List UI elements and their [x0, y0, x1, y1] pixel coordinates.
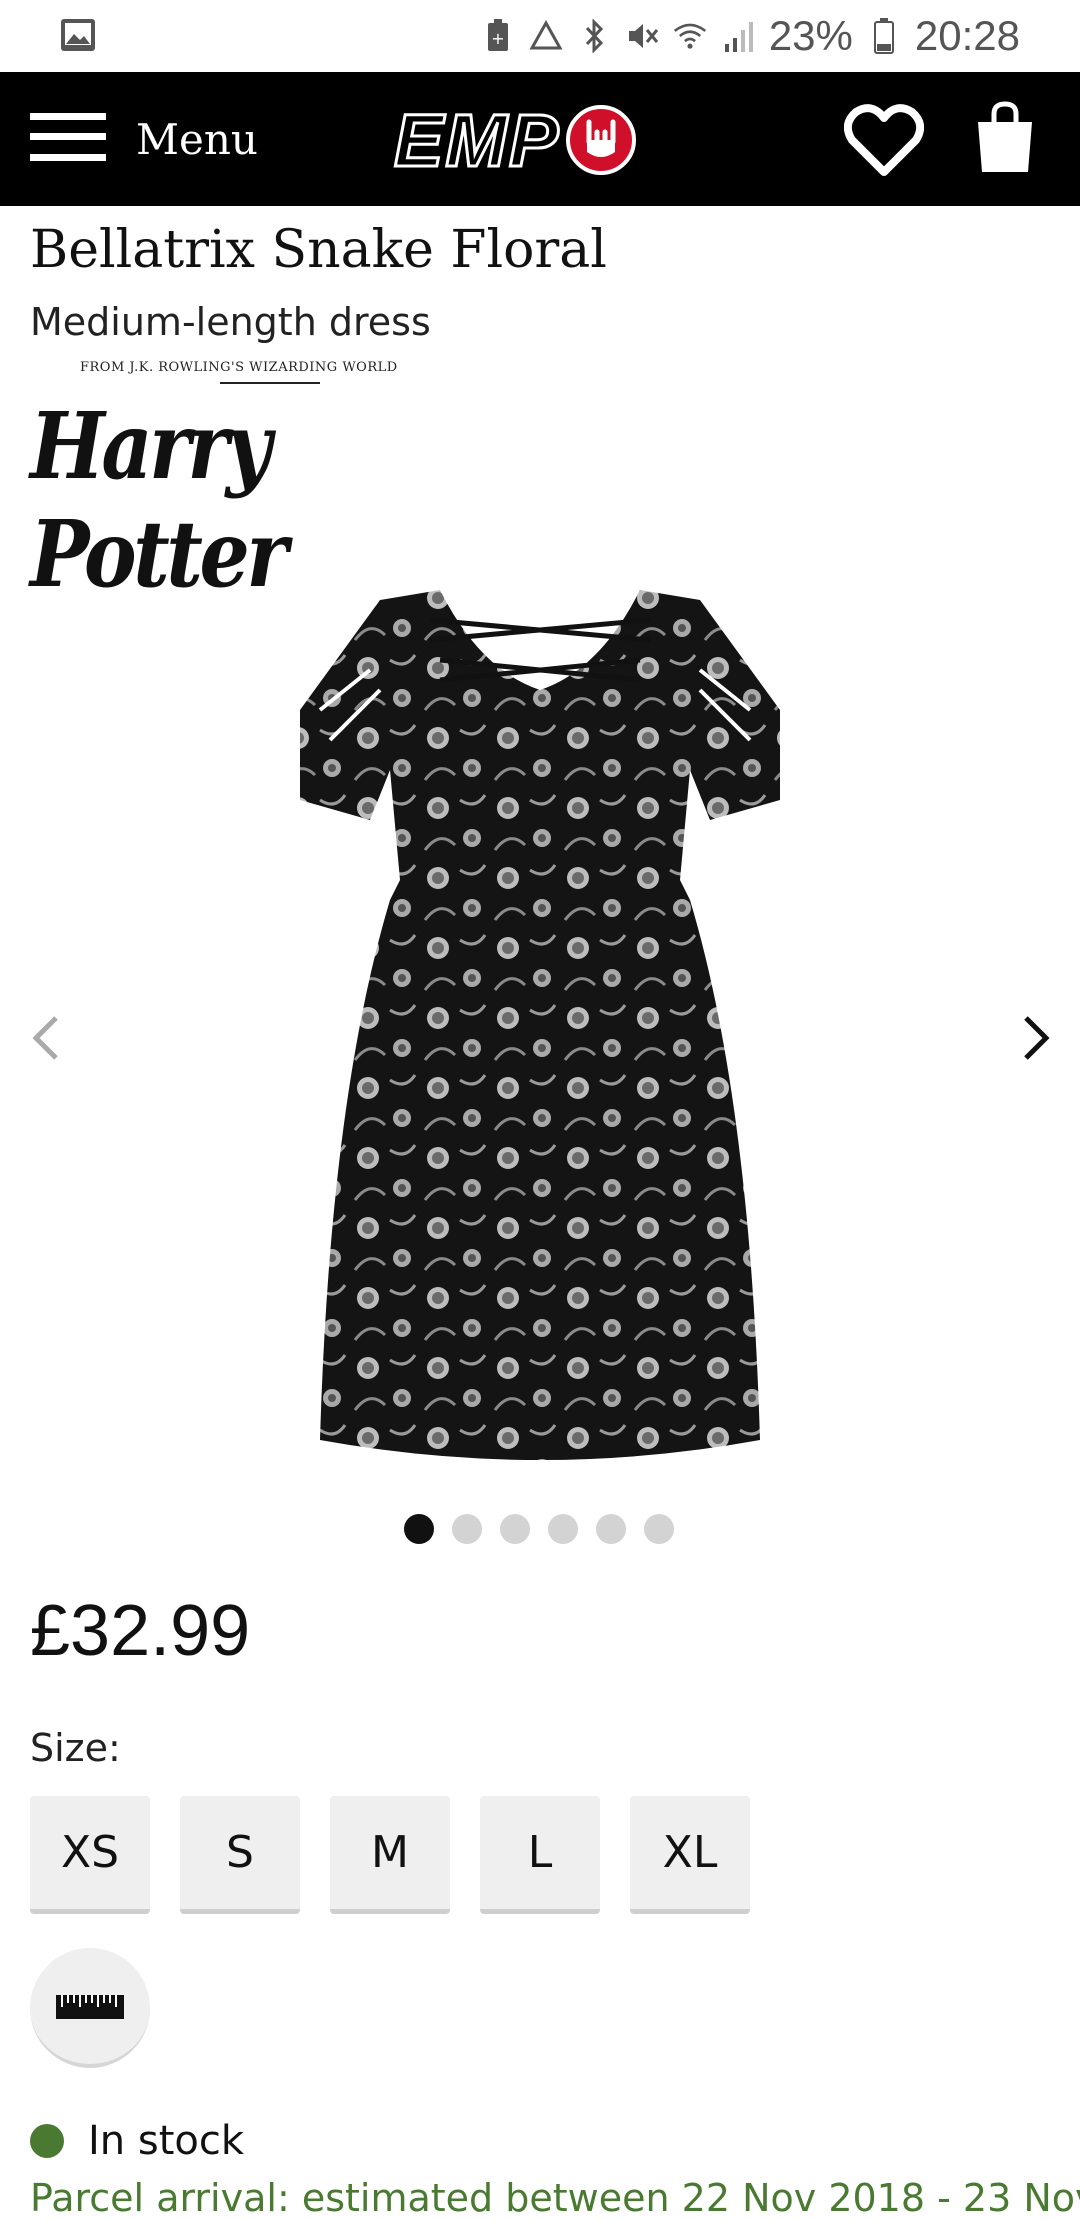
- gallery-dot-4[interactable]: [548, 1514, 578, 1544]
- product-subtitle: Medium-length dress: [30, 300, 431, 344]
- stock-status: In stock: [30, 2118, 244, 2164]
- size-selector: XS S M L XL: [30, 1796, 750, 1914]
- svg-text:+: +: [491, 29, 504, 48]
- gallery-prev-button[interactable]: [20, 1010, 70, 1070]
- product-image[interactable]: [280, 580, 800, 1480]
- parcel-arrival-text: Parcel arrival: estimated between 22 Nov…: [30, 2176, 1080, 2220]
- ruler-icon: [55, 1987, 125, 2025]
- rock-hand-icon: [566, 105, 637, 175]
- battery-percent: 23%: [768, 12, 853, 59]
- gallery-dot-5[interactable]: [596, 1514, 626, 1544]
- status-bar: + 23% 20:28: [0, 0, 1080, 72]
- brand-tagline: FROM J.K. ROWLING'S WIZARDING WORLD: [80, 360, 398, 375]
- stock-text: In stock: [88, 2118, 245, 2164]
- brand-divider: [220, 382, 320, 384]
- wifi-icon: [673, 19, 707, 53]
- gallery-dot-3[interactable]: [500, 1514, 530, 1544]
- clock: 20:28: [914, 12, 1020, 59]
- gallery-dots: [404, 1514, 674, 1544]
- chevron-right-icon: [1022, 1014, 1052, 1066]
- battery-icon: [867, 18, 901, 54]
- size-button-m[interactable]: M: [330, 1796, 450, 1914]
- gallery-dot-2[interactable]: [452, 1514, 482, 1544]
- image-icon: [60, 18, 96, 56]
- wishlist-heart-icon[interactable]: [843, 102, 925, 178]
- shopping-bag-icon[interactable]: [970, 100, 1040, 176]
- menu-button[interactable]: Menu: [30, 102, 258, 176]
- brand-name: Harry Potter: [30, 392, 288, 608]
- size-button-xl[interactable]: XL: [630, 1796, 750, 1914]
- stock-indicator-dot: [30, 2124, 64, 2158]
- battery-saver-icon: +: [481, 19, 515, 53]
- chevron-left-icon: [30, 1014, 60, 1066]
- size-button-l[interactable]: L: [480, 1796, 600, 1914]
- harry-potter-logo[interactable]: FROM J.K. ROWLING'S WIZARDING WORLD Harr…: [30, 358, 430, 608]
- product-price: £32.99: [30, 1591, 251, 1671]
- menu-label: Menu: [136, 114, 258, 164]
- recycle-icon: [529, 19, 563, 53]
- size-label: Size:: [30, 1726, 121, 1770]
- signal-icon: [721, 19, 755, 53]
- hamburger-icon: [30, 111, 106, 167]
- gallery-dot-6[interactable]: [644, 1514, 674, 1544]
- size-button-xs[interactable]: XS: [30, 1796, 150, 1914]
- logo-text: EMP: [392, 97, 561, 183]
- product-title: Bellatrix Snake Floral: [30, 220, 607, 280]
- size-button-s[interactable]: S: [180, 1796, 300, 1914]
- gallery-dot-1[interactable]: [404, 1514, 434, 1544]
- site-header: Menu EMP: [0, 72, 1080, 206]
- mute-icon: [625, 19, 659, 53]
- size-guide-button[interactable]: [30, 1948, 150, 2068]
- gallery-next-button[interactable]: [1012, 1010, 1062, 1070]
- bluetooth-icon: [577, 19, 611, 53]
- emp-logo[interactable]: EMP: [392, 97, 637, 183]
